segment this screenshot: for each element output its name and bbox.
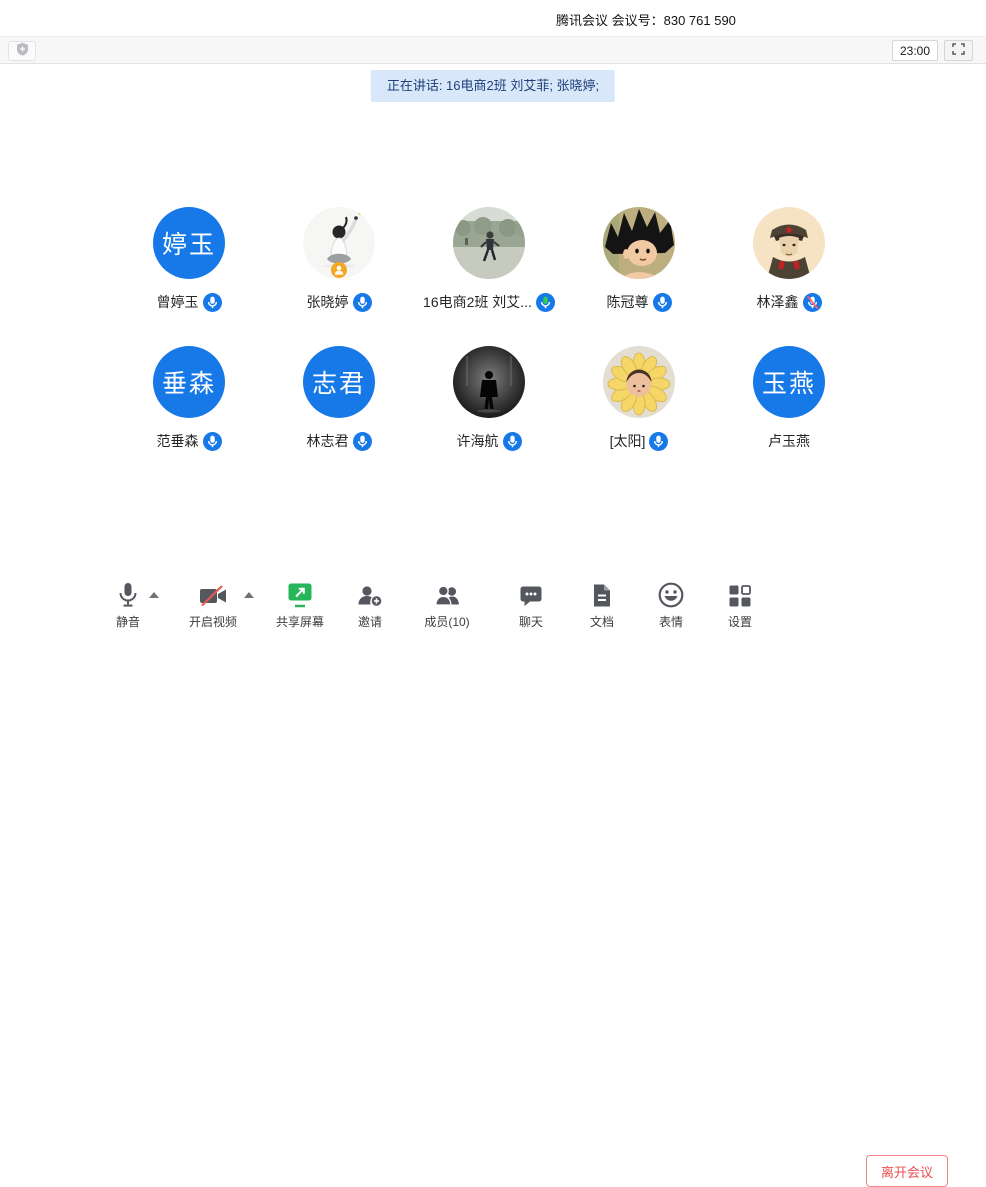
mic-status-on-icon [353,432,372,451]
meeting-security-button[interactable] [8,41,36,61]
toolbar-item-label: 共享屏幕 [276,613,324,630]
leave-meeting-button[interactable]: 离开会议 [866,1155,948,1187]
participant-tile[interactable]: 许海航 [414,346,564,451]
camera-off-icon [189,582,237,608]
meeting-timer: 23:00 [892,40,938,61]
share-screen-button[interactable]: 共享屏幕 [276,582,324,630]
participant-name: 陈冠尊 [607,292,649,312]
host-badge-icon [331,262,347,278]
members-icon [424,582,469,608]
initials-avatar: 志君 [303,346,375,418]
participant-nameline: 16电商2班 刘艾... [423,292,555,312]
participant-nameline: 范垂森 [157,431,222,451]
girl-pointing-illustration-avatar [303,207,375,279]
toolbar-item-label: 成员(10) [424,613,469,630]
dark-silhouette-photo-avatar [453,346,525,418]
avatar-initials-text: 垂森 [162,364,216,400]
participant-nameline: 林志君 [307,431,372,451]
invite-button[interactable]: 邀请 [357,582,383,630]
toolbar-item-label: 设置 [728,613,752,630]
mic-status-muted-icon [803,293,822,312]
start-video-button-options-caret-icon[interactable] [244,592,254,598]
participant-name: 曾婷玉 [157,292,199,312]
participant-nameline: 卢玉燕 [768,431,810,451]
participant-name: 许海航 [457,431,499,451]
participant-name: 林志君 [307,431,349,451]
mute-button[interactable]: 静音 [116,582,140,630]
toolbar-item-label: 聊天 [519,613,543,630]
sunflower-face-photo-avatar [603,346,675,418]
participant-name: 林泽鑫 [757,292,799,312]
participant-name: [太阳] [610,431,646,451]
participant-tile[interactable]: 16电商2班 刘艾... [414,207,564,312]
emoji-smile-icon [658,582,684,608]
fullscreen-icon [952,42,965,60]
mic-status-on-icon [503,432,522,451]
screen-share-icon [276,582,324,608]
participant-nameline: 陈冠尊 [607,292,672,312]
participant-tile[interactable]: [太阳] [564,346,714,451]
toolbar-item-label: 静音 [116,613,140,630]
participant-nameline: 林泽鑫 [757,292,822,312]
participant-nameline: 张晓婷 [307,292,372,312]
participant-tile[interactable]: 林泽鑫 [714,207,864,312]
start-video-button[interactable]: 开启视频 [189,582,237,630]
invite-person-icon [357,582,383,608]
participant-tile[interactable]: 志君林志君 [264,346,414,451]
toolbar-item-label: 开启视频 [189,613,237,630]
avatar-initials-text: 婷玉 [162,225,216,261]
initials-avatar: 婷玉 [153,207,225,279]
chat-button[interactable]: 聊天 [519,582,543,630]
mic-status-speaking-icon [536,293,555,312]
initials-avatar: 玉燕 [753,346,825,418]
emoji-button[interactable]: 表情 [658,582,684,630]
participant-name: 范垂森 [157,431,199,451]
participant-nameline: [太阳] [610,431,669,451]
meeting-title: 腾讯会议 会议号：830 761 590 [556,10,736,29]
members-button[interactable]: 成员(10) [424,582,469,630]
participant-nameline: 曾婷玉 [157,292,222,312]
window-title-bar: 腾讯会议 会议号：830 761 590 [0,0,986,36]
military-portrait-illustration-avatar [753,207,825,279]
security-shield-icon [16,42,29,61]
toolbar-item-label: 邀请 [357,613,383,630]
outdoor-field-photo-avatar [453,207,525,279]
toolbar-item-label: 文档 [590,613,614,630]
toolbar-item-label: 表情 [658,613,684,630]
avatar-initials-text: 玉燕 [762,364,816,400]
mic-status-on-icon [203,432,222,451]
mute-button-options-caret-icon[interactable] [149,592,159,598]
docs-button[interactable]: 文档 [590,582,614,630]
participant-name: 张晓婷 [307,292,349,312]
participant-row: 婷玉曾婷玉张晓婷16电商2班 刘艾...陈冠尊林泽鑫 [114,207,864,312]
participant-name: 卢玉燕 [768,431,810,451]
participant-tile[interactable]: 张晓婷 [264,207,414,312]
chat-bubble-icon [519,582,543,608]
settings-grid-icon [728,582,752,608]
microphone-icon [116,582,140,608]
participant-row: 垂森范垂森志君林志君许海航[太阳]玉燕卢玉燕 [114,346,864,451]
participant-tile[interactable]: 陈冠尊 [564,207,714,312]
participant-grid: 婷玉曾婷玉张晓婷16电商2班 刘艾...陈冠尊林泽鑫垂森范垂森志君林志君许海航[… [114,207,864,451]
settings-button[interactable]: 设置 [728,582,752,630]
mic-status-on-icon [353,293,372,312]
meeting-control-strip: 23:00 [0,36,986,64]
participant-tile[interactable]: 婷玉曾婷玉 [114,207,264,312]
goku-cartoon-avatar [603,207,675,279]
fullscreen-button[interactable] [944,40,973,61]
participant-name: 16电商2班 刘艾... [423,292,532,312]
mic-status-on-icon [653,293,672,312]
document-icon [590,582,614,608]
participant-nameline: 许海航 [457,431,522,451]
speaking-banner: 正在讲话: 16电商2班 刘艾菲; 张晓婷; [371,70,615,102]
initials-avatar: 垂森 [153,346,225,418]
avatar-initials-text: 志君 [312,364,366,400]
mic-status-on-icon [649,432,668,451]
participant-tile[interactable]: 玉燕卢玉燕 [714,346,864,451]
mic-status-on-icon [203,293,222,312]
bottom-toolbar: 离开会议 静音开启视频共享屏幕邀请成员(10)聊天文档表情设置 [0,573,986,633]
participant-tile[interactable]: 垂森范垂森 [114,346,264,451]
